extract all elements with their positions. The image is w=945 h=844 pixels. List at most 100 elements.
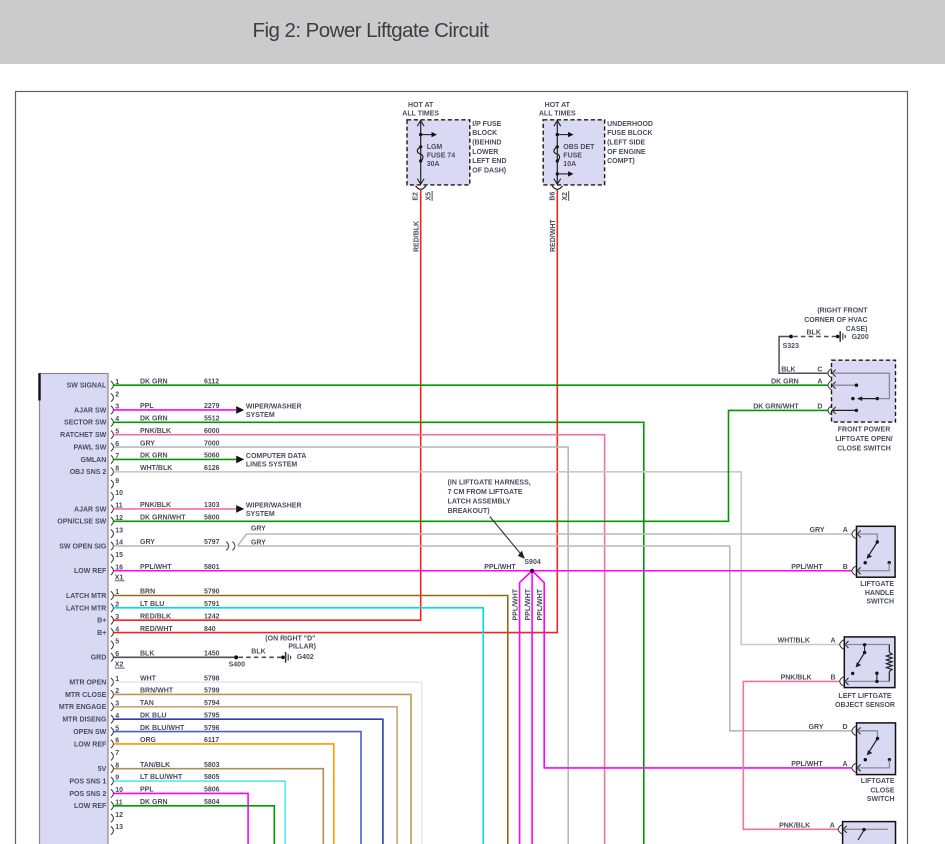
svg-text:DK GRN/WHT: DK GRN/WHT xyxy=(753,404,799,411)
svg-text:1303: 1303 xyxy=(204,502,220,509)
svg-text:PPL: PPL xyxy=(140,787,154,794)
svg-text:5790: 5790 xyxy=(204,589,220,596)
svg-text:7: 7 xyxy=(115,750,119,757)
svg-text:RED/WHT: RED/WHT xyxy=(550,219,557,252)
svg-text:LIFTGATE: LIFTGATE xyxy=(861,778,895,785)
svg-text:RED/BLK: RED/BLK xyxy=(414,221,421,252)
svg-text:10A: 10A xyxy=(563,161,576,168)
svg-text:OBS DET: OBS DET xyxy=(563,144,595,151)
svg-text:SW SIGNAL: SW SIGNAL xyxy=(67,383,107,390)
svg-text:5791: 5791 xyxy=(204,601,220,608)
svg-text:AJAR SW: AJAR SW xyxy=(74,407,107,414)
svg-text:SYSTEM: SYSTEM xyxy=(246,412,275,419)
svg-text:1450: 1450 xyxy=(204,651,220,658)
svg-text:15: 15 xyxy=(115,552,123,559)
svg-text:6117: 6117 xyxy=(204,737,219,744)
svg-text:G200: G200 xyxy=(852,334,869,341)
svg-text:D: D xyxy=(843,724,848,731)
svg-text:GRY: GRY xyxy=(251,526,266,533)
svg-text:SECTOR SW: SECTOR SW xyxy=(64,420,107,427)
svg-text:CORNER OF HVAC: CORNER OF HVAC xyxy=(804,317,867,324)
svg-text:6112: 6112 xyxy=(204,378,219,385)
svg-text:G402: G402 xyxy=(297,654,314,661)
svg-text:LIFTGATE: LIFTGATE xyxy=(860,581,894,588)
svg-text:FUSE 74: FUSE 74 xyxy=(427,152,456,159)
svg-text:A: A xyxy=(830,823,835,830)
svg-text:BLK: BLK xyxy=(781,366,795,373)
svg-text:SWITCH: SWITCH xyxy=(866,598,894,605)
svg-text:X1: X1 xyxy=(115,574,124,581)
svg-text:S323: S323 xyxy=(783,343,799,350)
svg-text:OPEN SW: OPEN SW xyxy=(73,729,106,736)
svg-text:PNK/BLK: PNK/BLK xyxy=(140,502,171,509)
svg-text:B+: B+ xyxy=(97,630,106,637)
svg-text:WHT/BLK: WHT/BLK xyxy=(140,465,172,472)
svg-text:LOW REF: LOW REF xyxy=(74,803,107,810)
svg-text:PPL/WHT: PPL/WHT xyxy=(512,588,519,620)
svg-text:FUSE: FUSE xyxy=(563,152,582,159)
svg-text:GRY: GRY xyxy=(251,539,266,546)
svg-text:MTR ENGAGE: MTR ENGAGE xyxy=(59,704,107,711)
svg-text:6000: 6000 xyxy=(204,428,220,435)
svg-text:LINES SYSTEM: LINES SYSTEM xyxy=(246,462,298,469)
svg-text:5805: 5805 xyxy=(204,774,220,781)
svg-text:X2: X2 xyxy=(562,192,569,201)
svg-text:BLOCK: BLOCK xyxy=(472,130,497,137)
svg-text:GRY: GRY xyxy=(809,724,824,731)
svg-text:RATCHET SW: RATCHET SW xyxy=(60,432,107,439)
svg-text:A: A xyxy=(843,761,848,768)
svg-text:PNK/BLK: PNK/BLK xyxy=(779,823,810,830)
svg-text:X2: X2 xyxy=(115,662,124,669)
svg-text:WIPER/WASHER: WIPER/WASHER xyxy=(246,404,302,411)
svg-text:PPL/WHT: PPL/WHT xyxy=(537,588,544,620)
svg-text:PILLAR): PILLAR) xyxy=(288,643,316,650)
svg-text:LOW REF: LOW REF xyxy=(74,741,107,748)
svg-text:OF ENGINE: OF ENGINE xyxy=(607,149,646,156)
svg-text:MTR DISENG: MTR DISENG xyxy=(62,717,107,724)
svg-text:DK GRN: DK GRN xyxy=(140,453,168,460)
svg-text:CLOSE SWITCH: CLOSE SWITCH xyxy=(837,445,891,452)
svg-text:D: D xyxy=(817,404,822,411)
svg-text:LIFTGATE OPEN/: LIFTGATE OPEN/ xyxy=(835,436,892,443)
svg-text:PPL/WHT: PPL/WHT xyxy=(525,588,532,620)
svg-text:HOT AT: HOT AT xyxy=(408,102,434,109)
svg-text:DK GRN/WHT: DK GRN/WHT xyxy=(140,514,186,521)
svg-text:PNK/BLK: PNK/BLK xyxy=(781,675,812,682)
svg-text:(RIGHT FRONT: (RIGHT FRONT xyxy=(817,308,868,315)
svg-text:B: B xyxy=(830,675,835,682)
svg-text:PAWL SW: PAWL SW xyxy=(74,444,107,451)
svg-text:B6: B6 xyxy=(549,192,556,201)
svg-text:I/P FUSE: I/P FUSE xyxy=(472,121,501,128)
svg-text:LATCH MTR: LATCH MTR xyxy=(66,605,106,612)
svg-text:S904: S904 xyxy=(524,559,540,566)
svg-text:5800: 5800 xyxy=(204,514,220,521)
svg-text:5512: 5512 xyxy=(204,416,220,423)
svg-text:6126: 6126 xyxy=(204,465,220,472)
svg-text:AJAR SW: AJAR SW xyxy=(74,506,107,513)
svg-text:CLOSE: CLOSE xyxy=(870,787,894,794)
svg-text:PPL/WHT: PPL/WHT xyxy=(140,564,172,571)
svg-text:3: 3 xyxy=(115,614,119,621)
svg-text:5801: 5801 xyxy=(204,564,220,571)
svg-text:RED/WHT: RED/WHT xyxy=(140,626,173,633)
svg-text:7000: 7000 xyxy=(204,440,220,447)
svg-text:(IN LIFTGATE HARNESS,: (IN LIFTGATE HARNESS, xyxy=(448,479,531,486)
svg-text:TAN: TAN xyxy=(140,700,154,707)
svg-text:5797: 5797 xyxy=(204,539,220,546)
svg-text:ORG: ORG xyxy=(140,737,157,744)
svg-text:ALL TIMES: ALL TIMES xyxy=(402,111,439,118)
svg-text:RED/BLK: RED/BLK xyxy=(140,613,171,620)
svg-text:A: A xyxy=(817,379,822,386)
svg-text:LOWER: LOWER xyxy=(472,149,498,156)
svg-text:A: A xyxy=(843,527,848,534)
svg-text:BRN/WHT: BRN/WHT xyxy=(140,688,174,695)
svg-text:SWITCH: SWITCH xyxy=(867,796,895,803)
svg-text:LEFT LIFTGATE: LEFT LIFTGATE xyxy=(838,693,891,700)
svg-text:LEFT END: LEFT END xyxy=(472,158,506,165)
svg-text:BREAKOUT): BREAKOUT) xyxy=(448,508,490,515)
svg-text:5060: 5060 xyxy=(204,453,220,460)
svg-text:LT BLU/WHT: LT BLU/WHT xyxy=(140,774,183,781)
svg-text:UNDERHOOD: UNDERHOOD xyxy=(607,121,653,128)
svg-text:S400: S400 xyxy=(229,662,245,669)
svg-text:A: A xyxy=(830,638,835,645)
